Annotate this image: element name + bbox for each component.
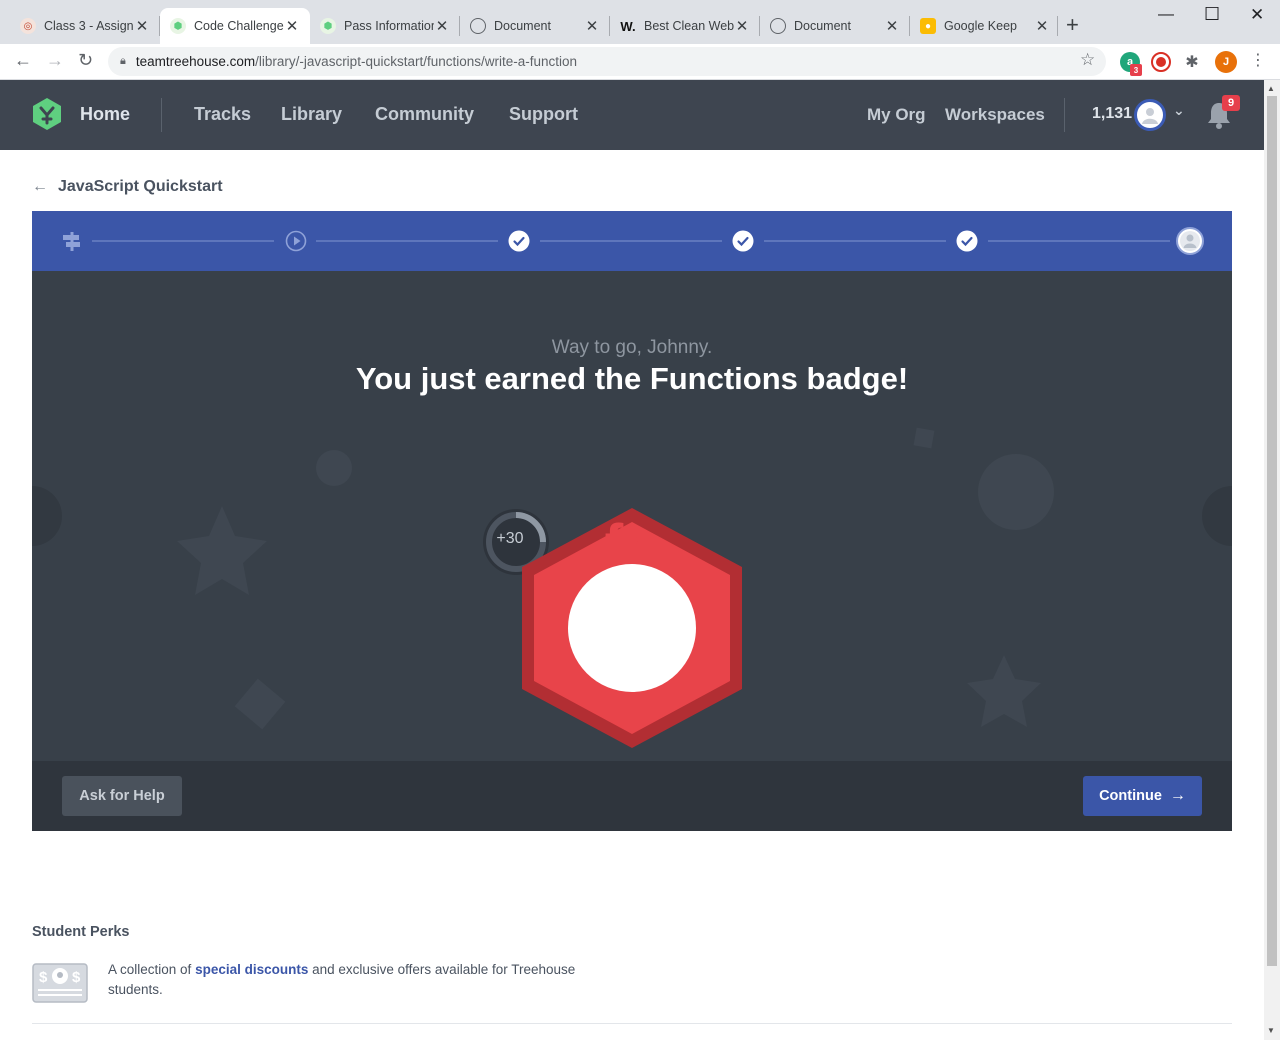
tab-code-challenge[interactable]: ⬢ Code Challenge ✕ [160, 8, 310, 44]
play-icon[interactable] [285, 230, 307, 252]
close-icon[interactable]: ✕ [284, 17, 300, 35]
badge-glyph: fn [604, 512, 660, 575]
points-count: 1,131 [1092, 105, 1133, 122]
tab-title: Document [494, 19, 551, 33]
record-extension-icon[interactable] [1151, 52, 1171, 72]
user-icon [1142, 108, 1158, 124]
url-host: teamtreehouse.com [135, 54, 256, 69]
scroll-down-icon[interactable]: ▼ [1267, 1026, 1275, 1035]
close-icon[interactable]: ✕ [134, 17, 150, 35]
discount-ticket-icon: $ $ [32, 963, 88, 1003]
forward-arrow-icon[interactable]: → [46, 50, 64, 71]
page-content: Home Tracks Library Community Support My… [0, 80, 1264, 1040]
greeting-text: Way to go, Johnny. [551, 337, 713, 358]
tab-class-3[interactable]: ◎ Class 3 - Assignm ✕ [10, 8, 160, 44]
profile-avatar[interactable]: J [1215, 51, 1237, 73]
close-icon[interactable]: ✕ [434, 17, 450, 35]
badge-headline: You just earned the Functions badge! [355, 361, 909, 396]
nav-support[interactable]: Support [509, 104, 578, 125]
progress-track [92, 240, 1170, 242]
nav-divider [1064, 98, 1065, 132]
address-bar[interactable]: 🔒︎ teamtreehouse.com/library/-javascript… [108, 47, 1106, 76]
tab-title: Best Clean Web [644, 19, 734, 33]
browser-toolbar: ← → ↻ 🔒︎ teamtreehouse.com/library/-java… [0, 44, 1280, 80]
bookmark-star-icon[interactable]: ☆ [1080, 50, 1095, 70]
scrollbar-thumb[interactable] [1267, 96, 1277, 966]
tab-best-clean-web[interactable]: W. Best Clean Web ✕ [610, 8, 760, 44]
notification-badge: 9 [1222, 95, 1240, 111]
chevron-down-icon[interactable]: ⌄ [1173, 102, 1185, 119]
nav-divider [161, 98, 162, 132]
close-icon[interactable]: ✕ [584, 17, 600, 35]
arrow-left-icon: ← [32, 178, 48, 195]
window-close-icon[interactable]: ✕ [1250, 5, 1264, 25]
w-icon: W. [620, 18, 636, 34]
treehouse-logo-icon[interactable] [30, 97, 64, 131]
tab-title: Google Keep [944, 19, 1017, 33]
back-arrow-icon[interactable]: ← [14, 50, 32, 71]
stage-progress-bar [32, 211, 1232, 271]
check-icon[interactable] [956, 230, 978, 252]
divider [32, 1023, 1232, 1024]
user-icon[interactable] [1176, 227, 1204, 255]
student-perks-description: A collection of special discounts and ex… [108, 960, 628, 1000]
nav-home[interactable]: Home [80, 104, 130, 125]
new-tab-button[interactable]: + [1066, 14, 1079, 36]
tab-title: Document [794, 19, 851, 33]
close-icon[interactable]: ✕ [884, 17, 900, 35]
close-icon[interactable]: ✕ [734, 17, 750, 35]
tab-document-2[interactable]: Document ✕ [760, 8, 910, 44]
ask-for-help-button[interactable]: Ask for Help [62, 776, 182, 816]
tab-document[interactable]: Document ✕ [460, 8, 610, 44]
tab-title: Class 3 - Assignm [44, 19, 134, 33]
back-to-course-link[interactable]: ← JavaScript Quickstart [32, 178, 223, 196]
stage-footer: Ask for Help Continue → [32, 761, 1232, 831]
tab-pass-information[interactable]: ⬢ Pass Information ✕ [310, 8, 460, 44]
maximize-icon[interactable]: ☐ [1204, 4, 1220, 25]
tab-title: Code Challenge [194, 19, 284, 33]
reload-icon[interactable]: ↻ [78, 50, 93, 71]
perks-text-before: A collection of [108, 962, 196, 977]
special-discounts-link[interactable]: special discounts [195, 962, 308, 977]
globe-icon [470, 18, 486, 34]
svg-text:$: $ [39, 969, 48, 986]
svg-text:$: $ [72, 969, 81, 986]
extension-badge: 3 [1130, 64, 1142, 76]
keep-icon: ● [920, 18, 936, 34]
continue-button[interactable]: Continue → [1083, 776, 1202, 816]
nav-community[interactable]: Community [375, 104, 474, 125]
scroll-up-icon[interactable]: ▲ [1267, 84, 1275, 93]
check-icon[interactable] [732, 230, 754, 252]
nav-tracks[interactable]: Tracks [194, 104, 251, 125]
tab-title: Pass Information [344, 19, 434, 33]
minimize-icon[interactable]: — [1158, 6, 1174, 24]
treehouse-icon: ⬢ [320, 18, 336, 34]
puzzle-extensions-icon[interactable]: ✱ [1182, 52, 1202, 72]
arrow-right-icon: → [1169, 787, 1186, 804]
nav-workspaces[interactable]: Workspaces [945, 105, 1045, 125]
globe-icon [770, 18, 786, 34]
signpost-icon[interactable] [61, 230, 83, 252]
browser-tab-bar: ◎ Class 3 - Assignm ✕ ⬢ Code Challenge ✕… [0, 0, 1280, 44]
user-avatar[interactable] [1134, 99, 1166, 131]
check-icon[interactable] [508, 230, 530, 252]
tab-divider [1057, 16, 1058, 36]
tab-google-keep[interactable]: ● Google Keep ✕ [910, 8, 1060, 44]
badge-earned-stage: Way to go, Johnny. You just earned the F… [32, 271, 1232, 761]
student-perks-title: Student Perks [32, 924, 130, 940]
site-header: Home Tracks Library Community Support My… [0, 80, 1264, 150]
nav-library[interactable]: Library [281, 104, 342, 125]
book-icon: ◎ [20, 18, 36, 34]
lock-icon: 🔒︎ [120, 55, 126, 67]
menu-dots-icon[interactable]: ⋮ [1250, 50, 1266, 70]
url-path: /library/-javascript-quickstart/function… [255, 54, 578, 69]
continue-label: Continue [1099, 788, 1162, 804]
page-scrollbar[interactable]: ▲ ▼ [1264, 80, 1280, 1040]
course-title: JavaScript Quickstart [58, 178, 223, 195]
treehouse-icon: ⬢ [170, 18, 186, 34]
nav-my-org[interactable]: My Org [867, 105, 926, 125]
close-icon[interactable]: ✕ [1034, 17, 1050, 35]
